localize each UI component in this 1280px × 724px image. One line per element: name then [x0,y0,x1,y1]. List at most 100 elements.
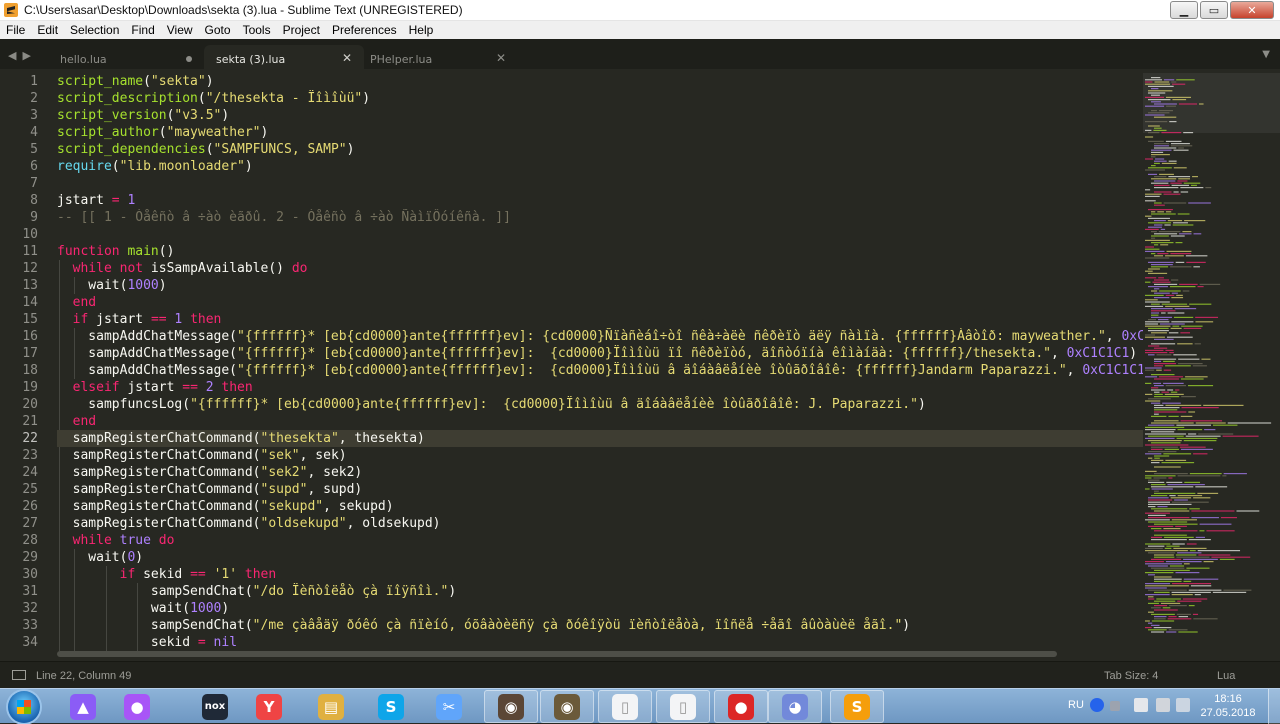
code-line[interactable]: sekid = nil [57,634,1143,651]
code-token: not [119,261,144,276]
menu-help[interactable]: Help [403,23,440,37]
code-line[interactable]: wait(0) [57,549,1143,566]
line-number: 19 [22,380,38,395]
menu-goto[interactable]: Goto [199,23,237,37]
tab-phelper-lua[interactable]: PHelper.lua ✕ [358,45,518,73]
taskbar-discord[interactable]: ◕ [768,690,822,723]
taskbar-file-explorer[interactable]: ▤ [304,690,358,723]
taskbar-nox[interactable]: nox [188,690,242,723]
minimap-line [1169,352,1174,354]
menu-view[interactable]: View [161,23,199,37]
language-indicator[interactable]: RU [1068,699,1084,711]
code-line[interactable]: if jstart == 1 then [57,311,1143,328]
clock[interactable]: 18:16 27.05.2018 [1200,692,1256,720]
minimap-line [1170,182,1182,184]
minimap-line [1179,233,1192,235]
taskbar-sublime-text[interactable]: S [830,690,884,723]
tab-dropdown-icon[interactable]: ▼ [1262,49,1270,60]
code-line[interactable]: require("lib.moonloader") [57,158,1143,175]
show-desktop-button[interactable] [1268,689,1280,724]
code-line[interactable]: sampSendChat("/me çàâåäÿ ðóêó çà ñïèíó, … [57,617,1143,634]
code-line[interactable]: sampAddChatMessage("{ffffff}* [eb{cd0000… [57,328,1143,345]
code-line[interactable]: if sekid == '1' then [57,566,1143,583]
code-line[interactable]: sampRegisterChatCommand("sekupd", sekupd… [57,498,1143,515]
taskbar-document-two[interactable]: ▯ [656,690,710,723]
code-line[interactable]: sampRegisterChatCommand("sek", sek) [57,447,1143,464]
code-line[interactable]: script_version("v3.5") [57,107,1143,124]
minimap-line [1188,202,1211,204]
network-icon[interactable] [1156,698,1170,712]
code-line[interactable]: sampSendChat("/do Ïèñòîëåò çà ïîÿñîì.") [57,583,1143,600]
tray-arrow-icon[interactable] [1110,701,1120,711]
taskbar-skype[interactable]: S [364,690,418,723]
tab-sekta-lua[interactable]: sekta (3).lua ✕ [204,45,364,73]
line-number: 28 [22,533,38,548]
menu-project[interactable]: Project [277,23,326,37]
code-line[interactable]: sampAddChatMessage("{ffffff}* [eb{cd0000… [57,345,1143,362]
code-line[interactable]: elseif jstart == 2 then [57,379,1143,396]
code-area[interactable]: script_name("sekta") script_description("… [57,73,1143,651]
start-button[interactable] [8,691,40,723]
taskbar-alice[interactable]: ▲ [56,690,110,723]
taskbar-microphone[interactable]: ● [110,690,164,723]
tab-close-icon[interactable]: ✕ [342,51,352,65]
menu-tools[interactable]: Tools [237,23,277,37]
tab-scroll-right-icon[interactable]: ▶ [22,49,30,62]
code-line[interactable]: wait(1000) [57,600,1143,617]
help-icon[interactable] [1090,698,1104,712]
code-line[interactable]: sampRegisterChatCommand("thesekta", thes… [57,430,1143,447]
menu-find[interactable]: Find [125,23,160,37]
code-editor[interactable]: 1 2 3 4 5 6 7 8 9 10 11 12 13 14 15 16 17 18 19 20 21 22 23 24 2… [0,73,1143,651]
code-line[interactable]: while true do [57,532,1143,549]
code-line[interactable]: end [57,294,1143,311]
minimap-line [1161,462,1195,464]
tab-scroll-left-icon[interactable]: ◀ [8,49,16,62]
minimize-button[interactable]: ▁ [1170,1,1198,19]
code-line[interactable]: end [57,413,1143,430]
code-token: script_description [57,91,198,106]
minimap-line [1151,242,1174,244]
taskbar-record-app[interactable]: ● [714,690,768,723]
minimap-line [1154,360,1162,362]
code-line[interactable]: jstart = 1 [57,192,1143,209]
code-line[interactable]: sampRegisterChatCommand("oldsekupd", old… [57,515,1143,532]
taskbar-game-one[interactable]: ◉ [484,690,538,723]
code-line[interactable]: -- [[ 1 - Òåêñò â ÷àò èãðû. 2 - Òåêñò â … [57,209,1143,226]
code-line[interactable]: sampRegisterChatCommand("sek2", sek2) [57,464,1143,481]
tab-close-icon[interactable]: ✕ [496,51,506,65]
taskbar-snipping-tool[interactable]: ✂ [422,690,476,723]
menu-preferences[interactable]: Preferences [326,23,403,37]
menu-selection[interactable]: Selection [64,23,125,37]
code-line[interactable]: sampRegisterChatCommand("supd", supd) [57,481,1143,498]
menu-edit[interactable]: Edit [31,23,64,37]
close-button[interactable]: ✕ [1230,1,1274,19]
code-line[interactable]: wait(1000) [57,277,1143,294]
taskbar-game-two[interactable]: ◉ [540,690,594,723]
code-line[interactable]: function main() [57,243,1143,260]
code-line[interactable]: script_dependencies("SAMPFUNCS, SAMP") [57,141,1143,158]
tab-size-selector[interactable]: Tab Size: 4 [1104,670,1158,682]
code-line[interactable] [57,226,1143,243]
horizontal-scrollbar[interactable] [57,651,1057,657]
tab-hello-lua[interactable]: hello.lua [48,45,208,73]
line-number: 2 [30,91,38,106]
code-line[interactable]: sampAddChatMessage("{ffffff}* [eb{cd0000… [57,362,1143,379]
code-line[interactable]: script_name("sekta") [57,73,1143,90]
minimap-line [1145,627,1152,629]
menu-file[interactable]: File [0,23,31,37]
maximize-button[interactable]: ▭ [1200,1,1228,19]
taskbar-yandex-browser[interactable]: Y [242,690,296,723]
action-center-icon[interactable] [1134,698,1148,712]
code-line[interactable] [57,175,1143,192]
taskbar-document-one[interactable]: ▯ [598,690,652,723]
code-line[interactable]: script_author("mayweather") [57,124,1143,141]
code-token: "/thesekta - Ïîìîùü" [205,91,363,106]
volume-icon[interactable] [1176,698,1190,712]
code-line[interactable]: script_description("/thesekta - Ïîìîùü") [57,90,1143,107]
syntax-selector[interactable]: Lua [1217,670,1235,682]
minimap-line [1145,334,1155,336]
code-line[interactable]: sampfuncsLog("{ffffff}* [eb{cd0000}ante{… [57,396,1143,413]
code-line[interactable]: while not isSampAvailable() do [57,260,1143,277]
panel-toggle-icon[interactable] [12,670,26,680]
minimap[interactable] [1143,73,1280,651]
